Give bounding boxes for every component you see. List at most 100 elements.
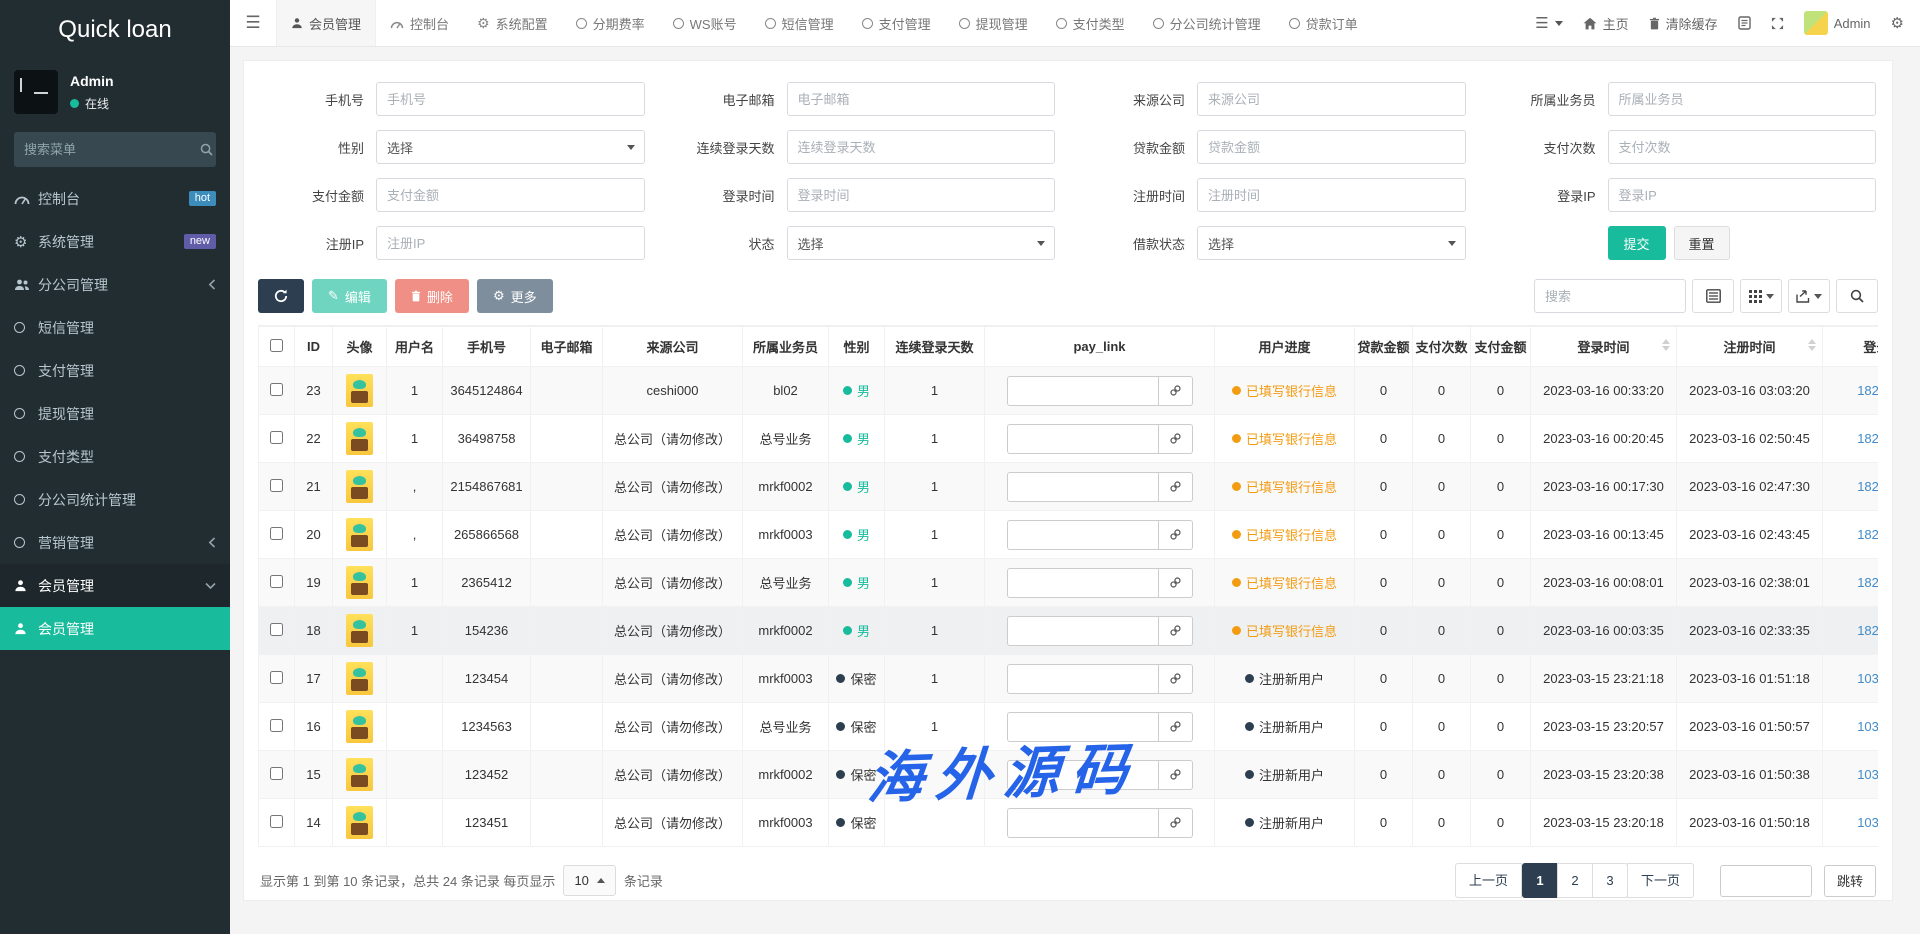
ip-link[interactable]: 103.187.	[1857, 719, 1878, 734]
pay-link-input[interactable]	[1007, 616, 1159, 646]
next-page-button[interactable]: 下一页	[1627, 863, 1694, 898]
register-ip-field[interactable]	[376, 226, 645, 260]
email-field[interactable]	[787, 82, 1056, 116]
tab-ws-account[interactable]: WS账号	[659, 0, 751, 46]
pay-count-field[interactable]	[1608, 130, 1877, 164]
tab-withdraw[interactable]: 提现管理	[945, 0, 1042, 46]
row-checkbox[interactable]	[270, 431, 283, 444]
select-all-checkbox[interactable]	[270, 339, 283, 352]
submit-button[interactable]: 提交	[1608, 226, 1666, 260]
link-button[interactable]	[1159, 616, 1193, 646]
user-menu[interactable]: Admin	[1804, 11, 1871, 35]
tab-members[interactable]: 会员管理	[276, 0, 376, 46]
document-icon[interactable]	[1738, 16, 1751, 30]
link-button[interactable]	[1159, 808, 1193, 838]
pay-link-input[interactable]	[1007, 472, 1159, 502]
pay-amount-field[interactable]	[376, 178, 645, 212]
row-checkbox[interactable]	[270, 623, 283, 636]
sidebar-item-paytype[interactable]: 支付类型	[0, 435, 230, 478]
edit-button[interactable]: ✎编辑	[312, 279, 387, 313]
ip-link[interactable]: 182.239.	[1857, 479, 1878, 494]
row-checkbox[interactable]	[270, 671, 283, 684]
search-icon[interactable]	[200, 143, 213, 156]
ip-link[interactable]: 103.187.	[1857, 815, 1878, 830]
ip-link[interactable]: 182.239.	[1857, 527, 1878, 542]
page-button[interactable]: 3	[1592, 863, 1628, 898]
reset-button[interactable]: 重置	[1674, 226, 1730, 260]
more-button[interactable]: ⚙更多	[477, 279, 553, 313]
link-button[interactable]	[1159, 568, 1193, 598]
link-button[interactable]	[1159, 376, 1193, 406]
home-button[interactable]: 主页	[1583, 14, 1629, 33]
ip-link[interactable]: 103.187.	[1857, 767, 1878, 782]
table-search-input[interactable]	[1534, 279, 1686, 313]
agent-field[interactable]	[1608, 82, 1877, 116]
page-button[interactable]: 2	[1557, 863, 1593, 898]
link-button[interactable]	[1159, 424, 1193, 454]
loan-status-select[interactable]: 选择	[1197, 226, 1466, 260]
tab-loan-orders[interactable]: 贷款订单	[1275, 0, 1372, 46]
delete-button[interactable]: 删除	[395, 279, 469, 313]
col-login-time[interactable]: 登录时间	[1531, 327, 1677, 367]
login-ip-field[interactable]	[1608, 178, 1877, 212]
tab-list-menu[interactable]: ☰	[1535, 14, 1562, 32]
pay-link-input[interactable]	[1007, 760, 1159, 790]
login-time-field[interactable]	[787, 178, 1056, 212]
row-checkbox[interactable]	[270, 479, 283, 492]
pay-link-input[interactable]	[1007, 376, 1159, 406]
pay-link-input[interactable]	[1007, 568, 1159, 598]
register-time-field[interactable]	[1197, 178, 1466, 212]
sidebar-item-dashboard[interactable]: 控制台 hot	[0, 177, 230, 220]
pay-link-input[interactable]	[1007, 664, 1159, 694]
link-button[interactable]	[1159, 760, 1193, 790]
tab-system-config[interactable]: ⚙ 系统配置	[463, 0, 562, 46]
phone-field[interactable]	[376, 82, 645, 116]
pay-link-input[interactable]	[1007, 424, 1159, 454]
clear-cache-button[interactable]: 清除缓存	[1649, 14, 1718, 33]
ip-link[interactable]: 182.239.	[1857, 575, 1878, 590]
refresh-button[interactable]	[258, 279, 304, 313]
row-checkbox[interactable]	[270, 719, 283, 732]
sidebar-item-marketing[interactable]: 营销管理	[0, 521, 230, 564]
ip-link[interactable]: 182.239.	[1857, 623, 1878, 638]
tab-dashboard[interactable]: 控制台	[376, 0, 463, 46]
ip-link[interactable]: 182.239.	[1857, 383, 1878, 398]
row-checkbox[interactable]	[270, 815, 283, 828]
source-company-field[interactable]	[1197, 82, 1466, 116]
sidebar-item-system[interactable]: ⚙ 系统管理 new	[0, 220, 230, 263]
col-login-ip[interactable]: 登录IP	[1823, 327, 1879, 367]
tab-installment-rate[interactable]: 分期费率	[562, 0, 659, 46]
tab-paytype[interactable]: 支付类型	[1042, 0, 1139, 46]
jump-page-input[interactable]	[1720, 865, 1812, 897]
ip-link[interactable]: 103.187.	[1857, 671, 1878, 686]
status-select[interactable]: 选择	[787, 226, 1056, 260]
fullscreen-icon[interactable]	[1771, 17, 1784, 30]
tab-sms[interactable]: 短信管理	[751, 0, 848, 46]
toggle-view-button[interactable]	[1692, 279, 1734, 313]
export-button[interactable]	[1788, 279, 1830, 313]
ip-link[interactable]: 182.239.	[1857, 431, 1878, 446]
sidebar-item-sms[interactable]: 短信管理	[0, 306, 230, 349]
sidebar-item-branch[interactable]: 分公司管理	[0, 263, 230, 306]
search-button[interactable]	[1836, 279, 1878, 313]
page-button[interactable]: 1	[1522, 863, 1558, 898]
pay-link-input[interactable]	[1007, 520, 1159, 550]
jump-button[interactable]: 跳转	[1824, 865, 1876, 897]
row-checkbox[interactable]	[270, 527, 283, 540]
sidebar-item-members[interactable]: 会员管理	[0, 607, 230, 650]
sidebar-item-withdraw[interactable]: 提现管理	[0, 392, 230, 435]
sidebar-item-branch-stats[interactable]: 分公司统计管理	[0, 478, 230, 521]
link-button[interactable]	[1159, 472, 1193, 502]
pay-link-input[interactable]	[1007, 712, 1159, 742]
per-page-select[interactable]: 10	[563, 865, 615, 896]
link-button[interactable]	[1159, 520, 1193, 550]
login-days-field[interactable]	[787, 130, 1056, 164]
gender-select[interactable]: 选择	[376, 130, 645, 164]
sidebar-search-input[interactable]	[24, 142, 200, 157]
prev-page-button[interactable]: 上一页	[1455, 863, 1522, 898]
row-checkbox[interactable]	[270, 383, 283, 396]
columns-button[interactable]	[1740, 279, 1782, 313]
pay-link-input[interactable]	[1007, 808, 1159, 838]
tab-payment[interactable]: 支付管理	[848, 0, 945, 46]
link-button[interactable]	[1159, 664, 1193, 694]
